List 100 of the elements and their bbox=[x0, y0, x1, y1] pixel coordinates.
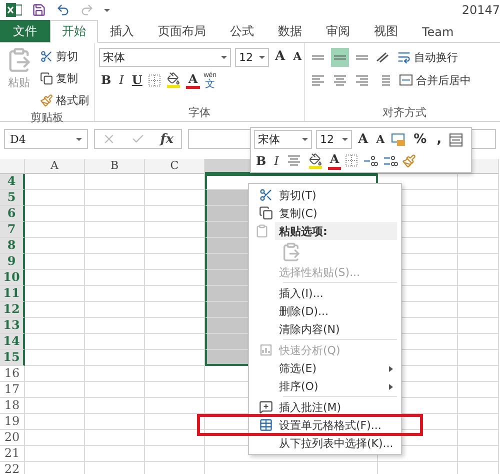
table-cell bbox=[85, 366, 145, 382]
table-cell bbox=[145, 206, 205, 222]
column-header[interactable]: B bbox=[85, 159, 145, 174]
table-cell bbox=[85, 190, 145, 206]
brush-icon bbox=[40, 94, 53, 107]
paint-bucket-icon bbox=[308, 152, 322, 168]
table-cell bbox=[85, 446, 145, 462]
table-cell bbox=[85, 318, 145, 334]
orientation-icon[interactable] bbox=[375, 50, 391, 64]
row-header[interactable]: 21 bbox=[0, 446, 25, 462]
row-header[interactable]: 8 bbox=[0, 238, 25, 254]
row-header[interactable]: 11 bbox=[0, 286, 25, 302]
bold-button[interactable]: B bbox=[99, 71, 114, 89]
menu-item[interactable]: 设置单元格格式(F)... bbox=[279, 418, 382, 432]
row-header[interactable]: 19 bbox=[0, 414, 25, 430]
table-cell bbox=[85, 206, 145, 222]
cut-button[interactable]: 剪切 bbox=[38, 47, 91, 66]
menu-item[interactable]: 插入批注(M) bbox=[279, 400, 342, 414]
italic-button[interactable]: I bbox=[272, 152, 281, 170]
font-name-field[interactable]: 宋体 bbox=[99, 48, 231, 66]
file-tab[interactable]: 文件 bbox=[0, 20, 50, 42]
table-cell bbox=[85, 334, 145, 350]
font-size-field[interactable]: 12 bbox=[235, 48, 269, 66]
row-header[interactable]: 4 bbox=[0, 174, 25, 190]
table-cell bbox=[145, 222, 205, 238]
table-cell bbox=[145, 350, 205, 366]
menu-item[interactable]: 剪切(T) bbox=[279, 188, 316, 202]
italic-button[interactable]: I bbox=[117, 71, 126, 89]
row-header[interactable]: 12 bbox=[0, 302, 25, 318]
increase-decimal-icon[interactable] bbox=[362, 154, 378, 168]
cell-styles-icon[interactable] bbox=[390, 132, 407, 146]
row-header[interactable]: 7 bbox=[0, 222, 25, 238]
row-header[interactable]: 5 bbox=[0, 190, 25, 206]
column-header[interactable]: C bbox=[145, 159, 205, 174]
table-cell bbox=[25, 286, 85, 302]
underline-button[interactable]: U bbox=[130, 71, 144, 89]
font-color-button[interactable]: A bbox=[186, 71, 200, 89]
table-cell bbox=[85, 238, 145, 254]
row-header[interactable]: 14 bbox=[0, 334, 25, 350]
shrink-font-button[interactable]: A bbox=[291, 48, 304, 66]
row-header[interactable]: 16 bbox=[0, 366, 25, 382]
table-cell bbox=[85, 254, 145, 270]
table-cell bbox=[145, 190, 205, 206]
ribbon-tab[interactable]: 开始 bbox=[50, 20, 98, 43]
row-header[interactable]: 20 bbox=[0, 430, 25, 446]
group-label: 对齐方式 bbox=[382, 105, 428, 121]
row-header[interactable]: 6 bbox=[0, 206, 25, 222]
align-top-icon bbox=[311, 54, 325, 60]
copy-icon bbox=[40, 72, 53, 85]
customize-caret-icon[interactable] bbox=[104, 8, 110, 12]
bold-button[interactable]: B bbox=[254, 152, 268, 170]
save-icon[interactable] bbox=[32, 3, 46, 17]
copy-button[interactable]: 复制 bbox=[38, 69, 91, 88]
row-header[interactable]: 15 bbox=[0, 350, 25, 366]
group-label: 字体 bbox=[188, 105, 212, 121]
table-cell bbox=[145, 302, 205, 318]
shrink-font-button[interactable]: A bbox=[374, 130, 387, 148]
name-box[interactable]: D4 bbox=[4, 129, 88, 149]
align-middle-button[interactable] bbox=[331, 48, 349, 66]
fill-color-button[interactable] bbox=[306, 151, 324, 170]
undo-icon[interactable] bbox=[56, 3, 70, 17]
table-cell bbox=[25, 222, 85, 238]
menu-item[interactable]: 筛选(E) bbox=[279, 360, 317, 376]
menu-item[interactable]: 插入(I)... bbox=[279, 286, 324, 300]
format-painter-button[interactable]: 格式刷 bbox=[38, 91, 91, 110]
menu-item[interactable]: 从下拉列表中选择(K)... bbox=[279, 436, 394, 450]
decrease-decimal-icon[interactable] bbox=[382, 154, 398, 168]
format-painter-icon[interactable] bbox=[402, 154, 416, 168]
menu-item[interactable]: 删除(D)... bbox=[279, 304, 329, 318]
menu-item[interactable]: 清除内容(N) bbox=[279, 322, 340, 336]
font-color-button[interactable]: A bbox=[328, 152, 342, 170]
merge-cells-icon[interactable] bbox=[448, 132, 463, 146]
grow-font-button[interactable]: A bbox=[273, 48, 288, 66]
font-name-field[interactable]: 宋体 bbox=[254, 130, 312, 149]
row-header[interactable]: 18 bbox=[0, 398, 25, 414]
merge-center-button[interactable]: 合并后居中 bbox=[397, 70, 473, 90]
table-cell bbox=[145, 254, 205, 270]
menu-item[interactable]: 复制(C) bbox=[279, 206, 318, 220]
chart-icon bbox=[259, 343, 273, 357]
font-size-field[interactable]: 12 bbox=[316, 130, 352, 149]
percent-style-button[interactable]: % bbox=[410, 132, 430, 147]
align-right-icon bbox=[355, 74, 369, 86]
borders-icon[interactable] bbox=[345, 154, 358, 167]
fill-color-button[interactable] bbox=[165, 70, 182, 90]
comma-style-button[interactable]: , bbox=[434, 132, 445, 147]
row-header[interactable]: 13 bbox=[0, 318, 25, 334]
table-cell bbox=[85, 222, 145, 238]
table-cell bbox=[145, 238, 205, 254]
grow-font-button[interactable]: A bbox=[356, 130, 370, 148]
window-title: 20147 bbox=[462, 3, 500, 17]
menu-item[interactable]: 排序(O) bbox=[279, 378, 318, 394]
row-header[interactable]: 17 bbox=[0, 382, 25, 398]
column-header[interactable]: A bbox=[25, 159, 85, 174]
row-header[interactable]: 10 bbox=[0, 270, 25, 286]
borders-icon[interactable] bbox=[148, 74, 162, 86]
table-cell bbox=[145, 286, 205, 302]
row-header[interactable]: 9 bbox=[0, 254, 25, 270]
scissors-icon bbox=[259, 188, 273, 202]
insert-function-button[interactable]: fx bbox=[160, 132, 174, 146]
wrap-text-button[interactable]: 自动换行 bbox=[395, 48, 460, 66]
